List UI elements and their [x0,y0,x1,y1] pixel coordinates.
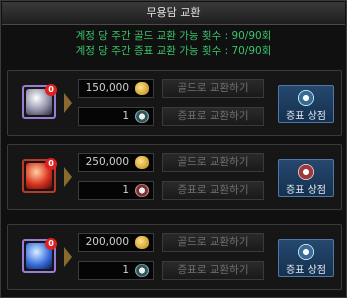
token-shop-button[interactable]: 증표 상점 [278,239,334,277]
exchange-window: 무용담 교환 계정 당 주간 골드 교환 가능 횟수 : 90/90회 계정 당… [0,0,347,298]
token-amount: 1 [122,184,129,196]
token-shop-icon [298,244,314,260]
gold-amount-field: 150,000 [78,79,154,98]
exchange-with-gold-button[interactable]: 골드로 교환하기 [162,233,264,252]
token-shop-label: 증표 상점 [286,265,326,276]
exchange-row-3: 0 200,000 골드로 교환하기 1 증표로 교환하기 증표 상점 [7,224,342,290]
token-shop-button[interactable]: 증표 상점 [278,85,334,123]
exchange-with-token-button[interactable]: 증표로 교환하기 [162,181,264,200]
exchange-row-2: 0 250,000 골드로 교환하기 1 증표로 교환하기 증표 상점 [7,144,342,210]
item-count-badge: 0 [45,158,57,170]
token-blue-icon [135,110,149,123]
gold-amount-field: 250,000 [78,153,154,172]
exchange-limits: 계정 당 주간 골드 교환 가능 횟수 : 90/90회 계정 당 주간 증표 … [1,29,346,59]
exchange-with-gold-button[interactable]: 골드로 교환하기 [162,79,264,98]
gold-amount-field: 200,000 [78,233,154,252]
gold-amount: 150,000 [85,82,129,94]
exchange-with-gold-button[interactable]: 골드로 교환하기 [162,153,264,172]
gold-coins-icon [135,236,149,249]
item-count-badge: 0 [45,238,57,250]
exchange-with-token-button[interactable]: 증표로 교환하기 [162,107,264,126]
token-exchange-count: 계정 당 주간 증표 교환 가능 횟수 : 70/90회 [75,45,272,57]
item-count-badge: 0 [45,84,57,96]
gold-coins-icon [135,156,149,169]
window-title: 무용담 교환 [2,2,345,25]
token-shop-icon [298,90,314,106]
exchange-with-token-button[interactable]: 증표로 교환하기 [162,261,264,280]
gem-item-icon[interactable]: 0 [22,158,57,193]
token-amount: 1 [122,110,129,122]
token-shop-label: 증표 상점 [286,185,326,196]
token-amount: 1 [122,264,129,276]
token-red-icon [135,184,149,197]
token-amount-field: 1 [78,181,154,200]
token-blue-icon [135,264,149,277]
gold-exchange-count: 계정 당 주간 골드 교환 가능 횟수 : 90/90회 [75,30,272,42]
arrow-icon [64,247,72,267]
arrow-icon [64,93,72,113]
token-shop-label: 증표 상점 [286,111,326,122]
arrow-icon [64,167,72,187]
exchange-row-1: 0 150,000 골드로 교환하기 1 증표로 교환하기 증표 상점 [7,70,342,136]
token-shop-icon [298,164,314,180]
token-amount-field: 1 [78,107,154,126]
token-shop-button[interactable]: 증표 상점 [278,159,334,197]
gold-coins-icon [135,82,149,95]
gold-amount: 200,000 [85,236,129,248]
gem-item-icon[interactable]: 0 [22,238,57,273]
gold-amount: 250,000 [85,156,129,168]
gem-item-icon[interactable]: 0 [22,84,57,119]
token-amount-field: 1 [78,261,154,280]
